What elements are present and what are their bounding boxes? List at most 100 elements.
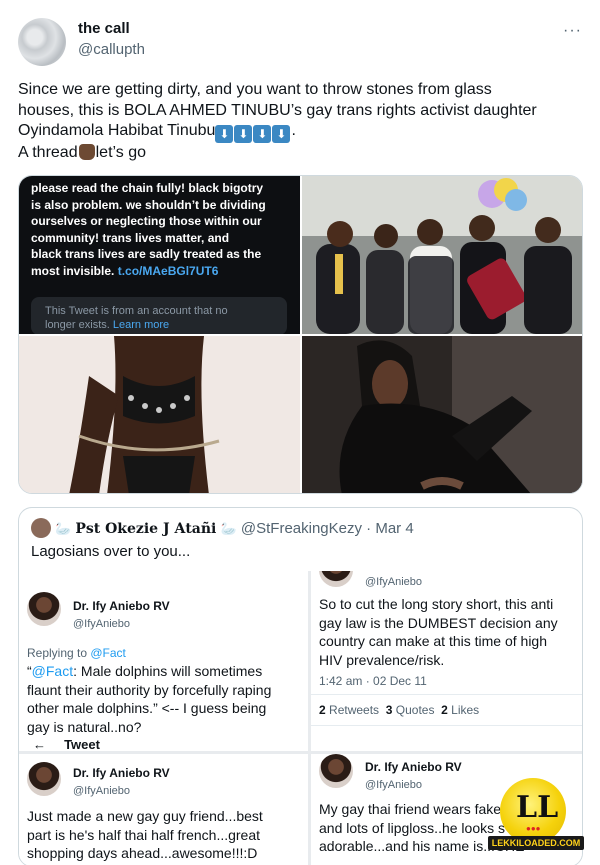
cut-tweet-text: Tweet: [64, 737, 100, 751]
quoted-author-handle[interactable]: @StFreakingKezy: [241, 520, 362, 537]
quoted-tweet-date[interactable]: Mar 4: [375, 520, 413, 537]
quote-line: black trans lives are sadly treated as t…: [31, 247, 262, 261]
tweet-line-3-period: .: [291, 122, 296, 139]
down-arrow-icon: ⬇: [253, 125, 272, 143]
body-line: “@Fact: Male dolphins will sometimes: [27, 662, 271, 681]
quote-link: t.co/MAeBGl7UT6: [117, 263, 219, 278]
tweet-header: the call @callupth ···: [18, 14, 584, 70]
quoted-tweet-header: 🦢 𝐏𝐬𝐭 𝐎𝐤𝐞𝐳𝐢𝐞 𝐉 𝐀𝐭𝐚ñ𝐢 🦢 @StFreakingKezy ·…: [31, 518, 414, 538]
lekkiloaded-watermark: LL ●●● LEKKILOADED.COM: [488, 778, 584, 854]
notice-line-2: longer exists. Learn more: [45, 318, 273, 332]
law-stats: 2 Retweets 3 Quotes 2 Likes: [319, 703, 479, 717]
media-fashion-photo-2[interactable]: [302, 336, 582, 493]
tweet-text: Since we are getting dirty, and you want…: [18, 80, 584, 164]
screenshot-anti-gay-law-tweet[interactable]: @IfyAniebo So to cut the long story shor…: [311, 571, 582, 751]
friend-body: Just made a new gay guy friend...best pa…: [27, 807, 263, 863]
separator-dot: ·: [366, 520, 372, 537]
ify-name: Dr. Ify Aniebo RV: [73, 599, 170, 613]
body-line: gay law is the DUMBEST decision any: [319, 614, 558, 631]
retweets-label: Retweets: [329, 703, 380, 717]
tweet-line-3-text: Oyindamola Habibat Tinubu: [18, 122, 216, 139]
ify-handle: @IfyAniebo: [365, 576, 423, 588]
graduation-photo-illustration: [302, 176, 582, 334]
fashion-photo-illustration: [19, 336, 300, 493]
media-screenshot-quote[interactable]: please read the chain fully! black bigot…: [19, 176, 300, 334]
more-dots-icon[interactable]: ···: [563, 22, 582, 40]
quote-line: community! trans lives matter, and: [31, 230, 230, 245]
law-timestamp: 1:42 am · 02 Dec 11: [319, 674, 427, 688]
body-line-text: : Male dolphins will sometimes: [73, 663, 263, 679]
author-display-name[interactable]: the call: [78, 20, 145, 37]
learn-more-link: Learn more: [112, 319, 170, 331]
screenshot-gay-friend-tweet[interactable]: Dr. Ify Aniebo RV @IfyAniebo Just made a…: [19, 754, 308, 865]
media-grid[interactable]: please read the chain fully! black bigot…: [18, 175, 583, 494]
fact-mention: @Fact: [31, 663, 74, 679]
quoted-tweet-text: Lagosians over to you...: [31, 543, 191, 560]
body-line: shopping days ahead...awesome!!!:D: [27, 845, 258, 861]
author-name-block[interactable]: the call @callupth: [78, 20, 145, 58]
quoted-author-avatar[interactable]: [31, 518, 51, 538]
ify-avatar: [319, 571, 353, 587]
watermark-letters: LL: [516, 790, 559, 825]
divider: [311, 694, 582, 695]
tweet-line-2: houses, this is BOLA AHMED TINUBU’s gay …: [18, 101, 537, 119]
replying-to: Replying to @Fact: [27, 646, 126, 660]
quote-line: please read the chain fully! black bigot…: [31, 181, 264, 195]
down-arrow-icon: ⬇: [234, 125, 253, 143]
notice-text: This Tweet is from an account that no: [45, 305, 228, 317]
tweet-line-4: A thread let’s go: [18, 143, 584, 164]
screenshot-dolphins-tweet[interactable]: Dr. Ify Aniebo RV @IfyAniebo Replying to…: [19, 571, 308, 751]
law-body: So to cut the long story short, this ant…: [319, 595, 558, 669]
ify-avatar: [27, 592, 61, 626]
pointing-down-hand-icon: [78, 144, 95, 160]
likes-label: Likes: [451, 703, 480, 717]
quotes-label: Quotes: [395, 703, 435, 717]
body-line: other male dolphins.” <-- I guess being: [27, 700, 267, 716]
quotes-count: 3: [385, 703, 393, 717]
dolphins-body: “@Fact: Male dolphins will sometimes fla…: [27, 662, 271, 736]
tweet-line-3: Oyindamola Habibat Tinubu ⬇ ⬇ ⬇ ⬇.: [18, 121, 584, 143]
author-handle[interactable]: @callupth: [78, 41, 145, 58]
suit-photo-illustration: [302, 336, 582, 493]
quote-line-6: most invisible. t.co/MAeBGl7UT6: [31, 263, 291, 280]
body-line: Just made a new gay guy friend...best: [27, 808, 263, 824]
down-arrow-icon: ⬇: [272, 125, 291, 143]
crown-icon: 🦢: [220, 521, 237, 536]
ify-name: Dr. Ify Aniebo RV: [365, 760, 462, 774]
quote-line: is also problem. we shouldn’t be dividin…: [31, 197, 266, 212]
tweet-line-1: Since we are getting dirty, and you want…: [18, 81, 492, 98]
thread-prefix: A thread: [18, 144, 78, 161]
body-line: part is he's half thai half french...gre…: [27, 826, 261, 843]
author-avatar[interactable]: [18, 18, 66, 66]
watermark-site: LEKKILOADED.COM: [488, 836, 584, 850]
thread-suffix: let’s go: [95, 144, 147, 161]
quote-line: most invisible.: [31, 263, 118, 278]
ify-avatar: [27, 762, 61, 796]
ify-handle: @IfyAniebo: [73, 785, 131, 797]
body-line: So to cut the long story short, this ant…: [319, 596, 554, 612]
down-arrow-icon: ⬇: [215, 125, 234, 143]
replying-to-mention: @Fact: [90, 646, 126, 660]
quote-line: ourselves or neglecting those within our: [31, 214, 262, 228]
crown-icon: 🦢: [55, 521, 72, 536]
body-line: country can make at this time of high: [319, 633, 547, 649]
notice-text-2: longer exists.: [45, 319, 113, 331]
media-graduation-photo[interactable]: [302, 176, 582, 334]
ify-handle: @IfyAniebo: [73, 618, 131, 630]
divider: [311, 725, 582, 726]
body-line: gay is natural..no?: [27, 718, 142, 735]
cut-off-tweet-label: ← Tweet: [33, 737, 100, 751]
ify-avatar: [319, 754, 353, 788]
likes-count: 2: [441, 703, 448, 717]
deleted-account-notice: This Tweet is from an account that no lo…: [31, 297, 287, 334]
body-line: flaunt their authority by forcefully rap…: [27, 681, 272, 698]
media-fashion-photo-1[interactable]: [19, 336, 300, 493]
ify-name: Dr. Ify Aniebo RV: [73, 766, 170, 780]
ify-handle: @IfyAniebo: [365, 779, 423, 791]
replying-to-label: Replying to: [27, 646, 91, 660]
screenshot-quote-text: please read the chain fully! black bigot…: [31, 180, 291, 279]
body-line: HIV prevalence/risk.: [319, 651, 445, 668]
quoted-author-name[interactable]: 𝐏𝐬𝐭 𝐎𝐤𝐞𝐳𝐢𝐞 𝐉 𝐀𝐭𝐚ñ𝐢: [75, 521, 216, 537]
watermark-dots: ●●●: [526, 824, 541, 833]
retweets-count: 2: [319, 703, 326, 717]
